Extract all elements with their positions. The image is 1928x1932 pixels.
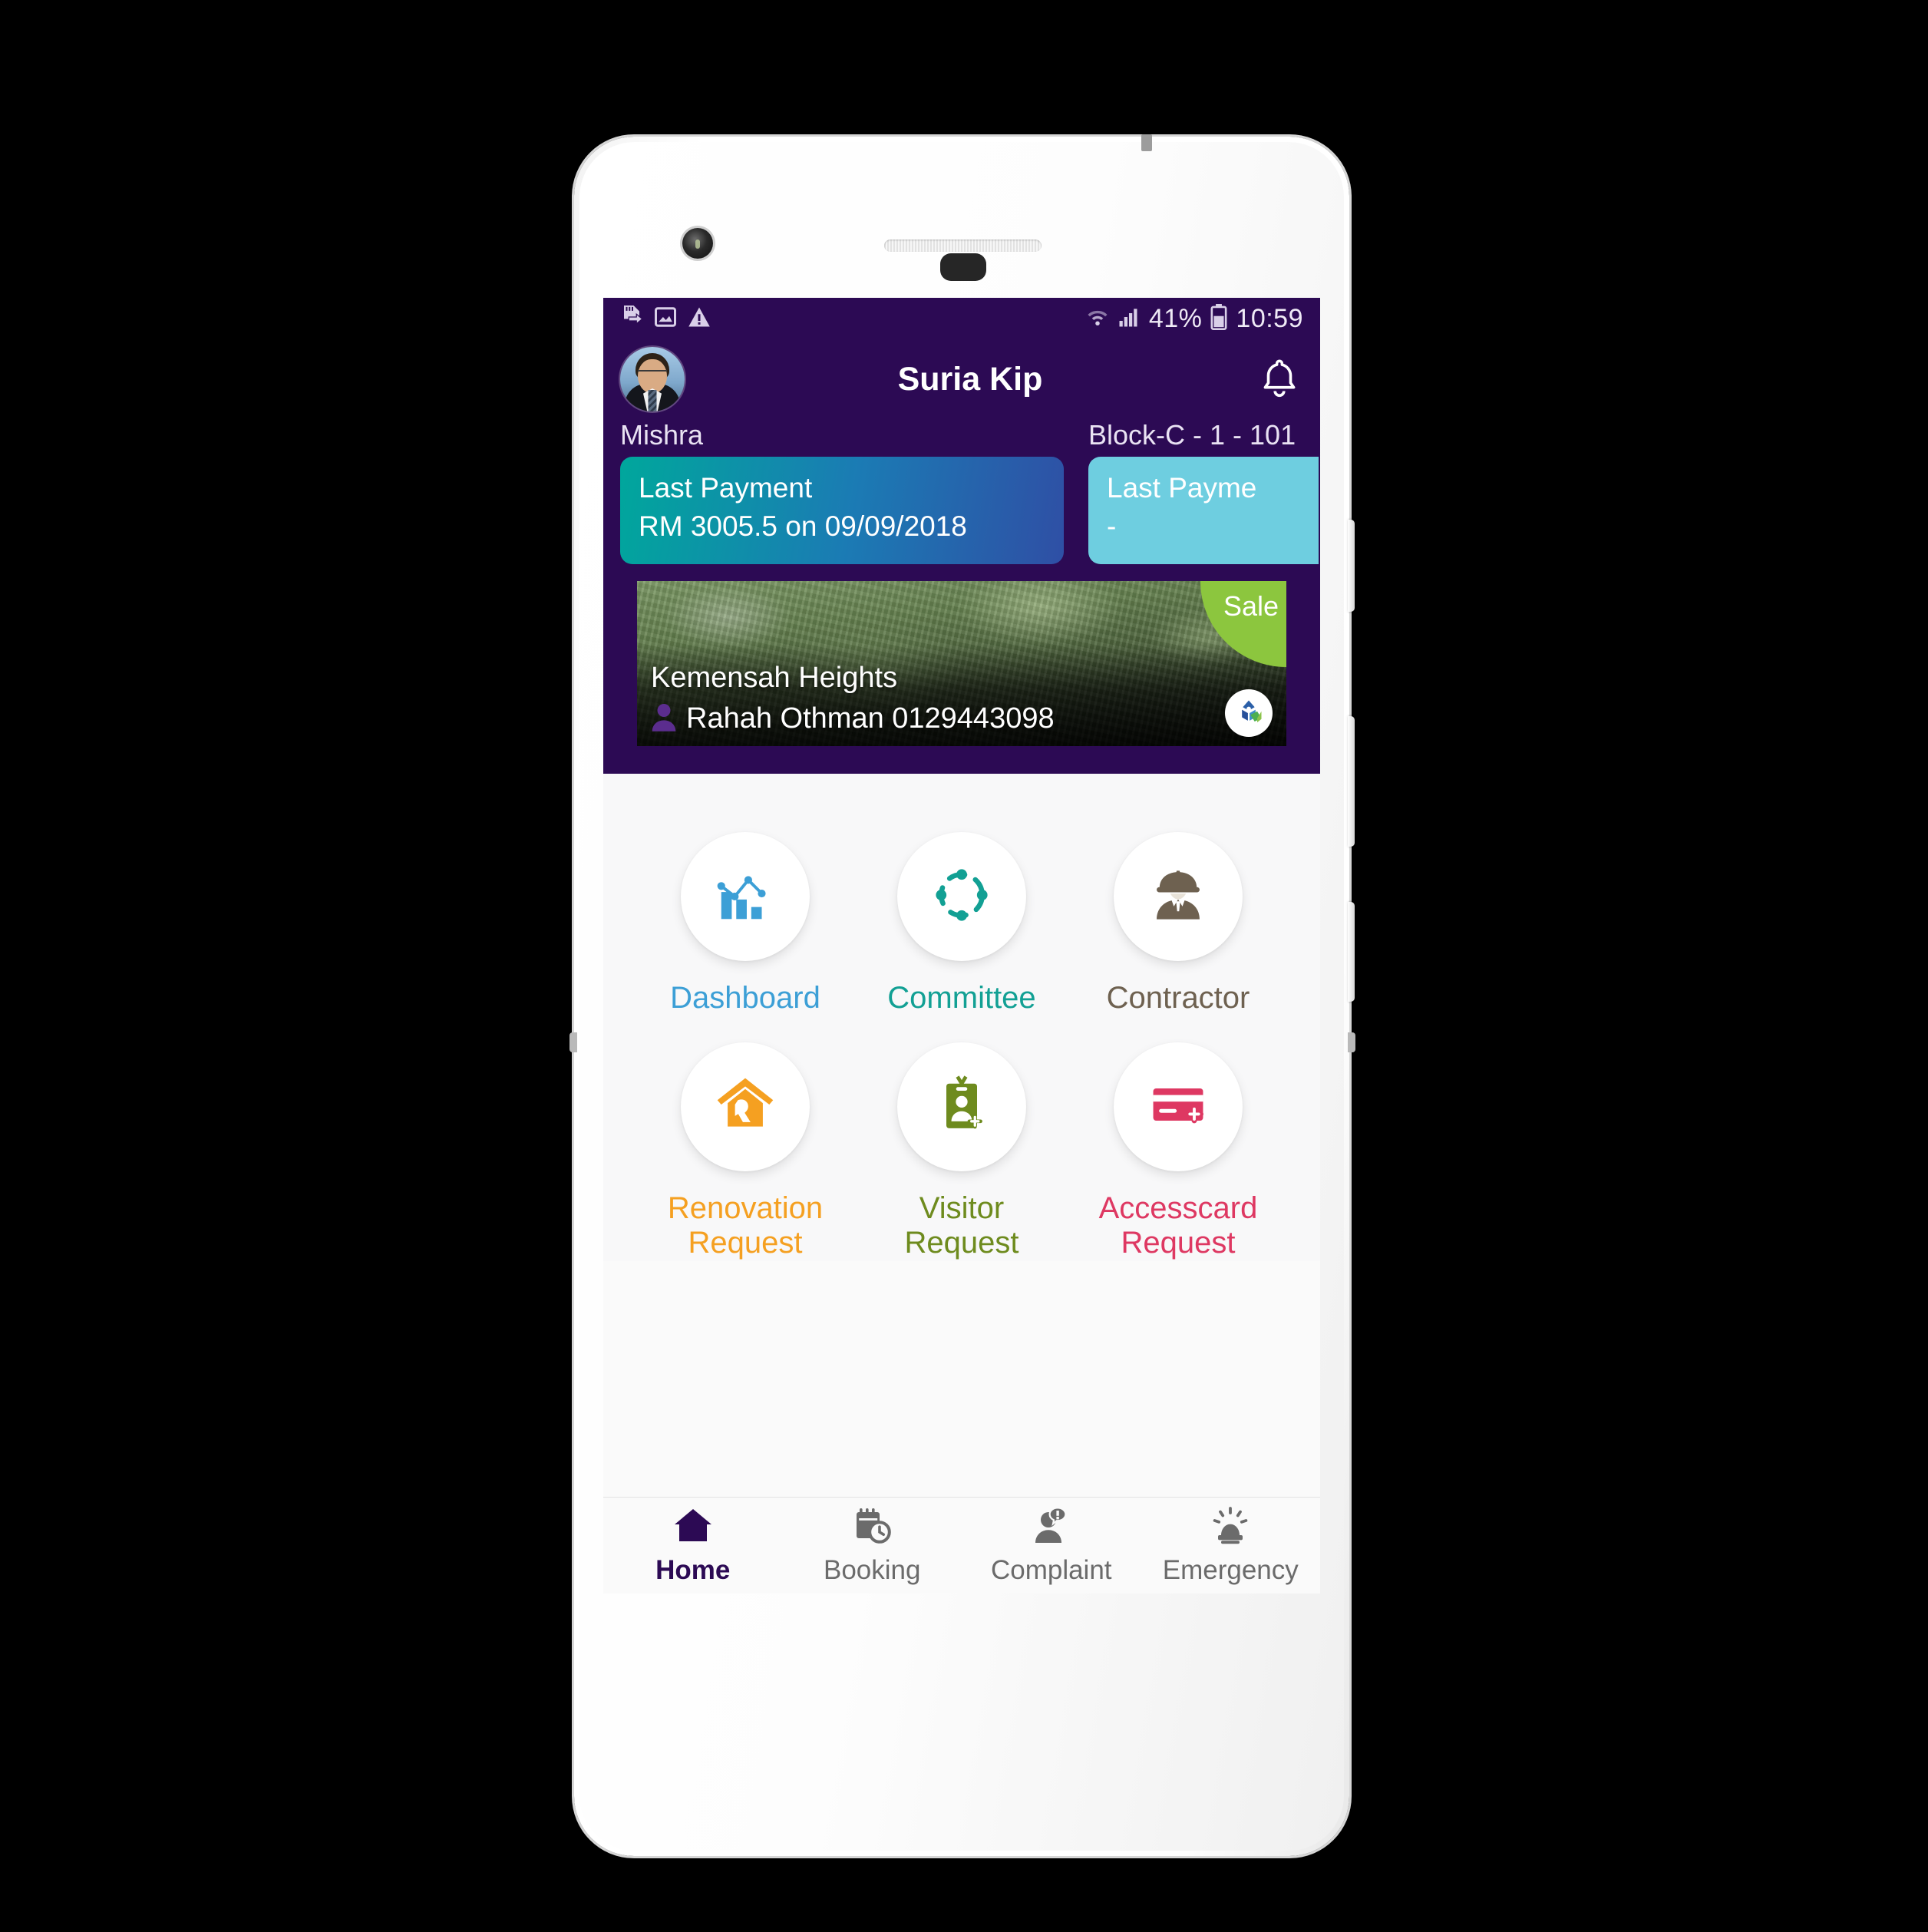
- banner-text-block: Kemensah Heights Rahah Othman 0129443098: [651, 662, 1055, 735]
- wifi-icon: [1086, 305, 1109, 332]
- page-title: Suria Kip: [897, 360, 1043, 398]
- dotted-circle-icon: [929, 863, 994, 931]
- menu-label-accesscard-request: Accesscard Request: [1098, 1191, 1258, 1260]
- agent-name-label: Rahah Othman 0129443098: [686, 702, 1055, 735]
- hardhat-worker-icon: [1147, 864, 1210, 930]
- home-icon: [673, 1506, 713, 1550]
- payment-card-secondary-wrapper[interactable]: Block-C - 1 - 101 Last Payme -: [1088, 419, 1319, 564]
- property-name-label: Kemensah Heights: [651, 662, 898, 694]
- brand-logo-icon: [1225, 689, 1273, 737]
- committee-icon-button[interactable]: [897, 832, 1026, 961]
- nav-label-booking: Booking: [824, 1554, 921, 1585]
- status-bar: 41% 10:59: [603, 298, 1320, 339]
- payment-card-value: RM 3005.5 on 09/09/2018: [639, 510, 967, 542]
- app-header: Suria Kip Mishra Last Payment RM 3005.5 …: [603, 339, 1320, 757]
- payment-card-primary-wrapper[interactable]: Mishra Last Payment RM 3005.5 on 09/09/2…: [620, 419, 1064, 564]
- frame-antenna-line-right: [1348, 1032, 1355, 1052]
- calendar-clock-icon: [852, 1506, 892, 1550]
- unit-number-label: Block-C - 1 - 101: [1088, 419, 1296, 451]
- battery-icon: [1210, 303, 1227, 334]
- power-button[interactable]: [1348, 716, 1355, 847]
- menu-item-accesscard-request[interactable]: Accesscard Request: [1070, 1042, 1286, 1261]
- payment-card-title: Last Payment: [639, 472, 813, 504]
- nav-label-emergency: Emergency: [1162, 1554, 1299, 1585]
- siren-alarm-icon: [1210, 1506, 1250, 1550]
- nav-item-complaint[interactable]: Complaint: [962, 1506, 1141, 1586]
- volume-button[interactable]: [1348, 520, 1355, 612]
- phone-screen: 41% 10:59 Suria Kip Mishra Last Payment …: [603, 298, 1320, 1593]
- menu-item-dashboard[interactable]: Dashboard: [637, 832, 853, 1016]
- nav-item-home[interactable]: Home: [603, 1506, 783, 1586]
- payment-card-secondary[interactable]: Last Payme -: [1088, 457, 1319, 564]
- screenshot-image-icon: [654, 305, 677, 332]
- payment-card-primary[interactable]: Last Payment RM 3005.5 on 09/09/2018: [620, 457, 1064, 564]
- person-message-icon: [1032, 1506, 1071, 1550]
- menu-label-dashboard: Dashboard: [670, 981, 820, 1015]
- renovation-icon-button[interactable]: [681, 1042, 810, 1171]
- id-badge-add-icon: [931, 1074, 992, 1139]
- nav-label-complaint: Complaint: [990, 1554, 1112, 1585]
- visitor-icon-button[interactable]: [897, 1042, 1026, 1171]
- header-bottom-spacer: [603, 757, 1320, 774]
- front-camera-icon: [682, 228, 713, 259]
- notification-bell-icon[interactable]: [1256, 355, 1303, 403]
- cellular-signal-icon: [1118, 306, 1141, 332]
- frame-antenna-line: [1141, 134, 1152, 151]
- menu-grid: Dashboard Committee Contractor Renovatio…: [603, 774, 1320, 1261]
- menu-item-contractor[interactable]: Contractor: [1070, 832, 1286, 1016]
- menu-label-renovation-request: Renovation Request: [667, 1191, 824, 1260]
- menu-item-renovation-request[interactable]: Renovation Request: [637, 1042, 853, 1261]
- menu-item-committee[interactable]: Committee: [853, 832, 1070, 1016]
- menu-label-committee: Committee: [887, 981, 1036, 1015]
- menu-label-contractor: Contractor: [1106, 981, 1250, 1015]
- accesscard-icon-button[interactable]: [1114, 1042, 1243, 1171]
- side-button-lower[interactable]: [1348, 902, 1355, 1002]
- status-bar-right-icons: 41% 10:59: [1086, 303, 1303, 334]
- nav-label-home: Home: [655, 1554, 731, 1585]
- sale-badge-label: Sale: [1223, 590, 1279, 622]
- bar-chart-icon: [712, 862, 778, 932]
- owner-name-label: Mishra: [620, 419, 704, 451]
- property-banner[interactable]: Sale Kemensah Heights Rahah Othman 01294…: [637, 581, 1286, 746]
- payment-carousel[interactable]: Mishra Last Payment RM 3005.5 on 09/09/2…: [620, 419, 1319, 564]
- menu-item-visitor-request[interactable]: Visitor Request: [853, 1042, 1070, 1261]
- house-hammer-icon: [713, 1072, 777, 1141]
- person-icon: [651, 702, 677, 735]
- avatar[interactable]: [620, 347, 685, 411]
- payment-card-title-secondary: Last Payme: [1107, 472, 1257, 504]
- bottom-navigation-bar: Home Booking Complaint Emergency: [603, 1497, 1320, 1593]
- payment-card-value-secondary: -: [1107, 510, 1117, 542]
- battery-percent-label: 41%: [1148, 303, 1203, 333]
- contractor-icon-button[interactable]: [1114, 832, 1243, 961]
- sd-card-transfer-icon: [620, 304, 643, 334]
- nav-item-booking[interactable]: Booking: [783, 1506, 962, 1586]
- proximity-sensor: [940, 253, 986, 281]
- nav-item-emergency[interactable]: Emergency: [1141, 1506, 1321, 1586]
- earpiece-speaker: [884, 239, 1042, 252]
- access-card-add-icon: [1146, 1072, 1210, 1141]
- dashboard-icon-button[interactable]: [681, 832, 810, 961]
- frame-antenna-line-left: [569, 1032, 577, 1052]
- app-bar: Suria Kip: [620, 339, 1303, 419]
- clock-label: 10:59: [1236, 303, 1303, 333]
- status-bar-left-icons: [620, 304, 711, 334]
- agent-row: Rahah Othman 0129443098: [651, 702, 1055, 735]
- menu-label-visitor-request: Visitor Request: [904, 1191, 1019, 1260]
- warning-triangle-icon: [688, 306, 711, 332]
